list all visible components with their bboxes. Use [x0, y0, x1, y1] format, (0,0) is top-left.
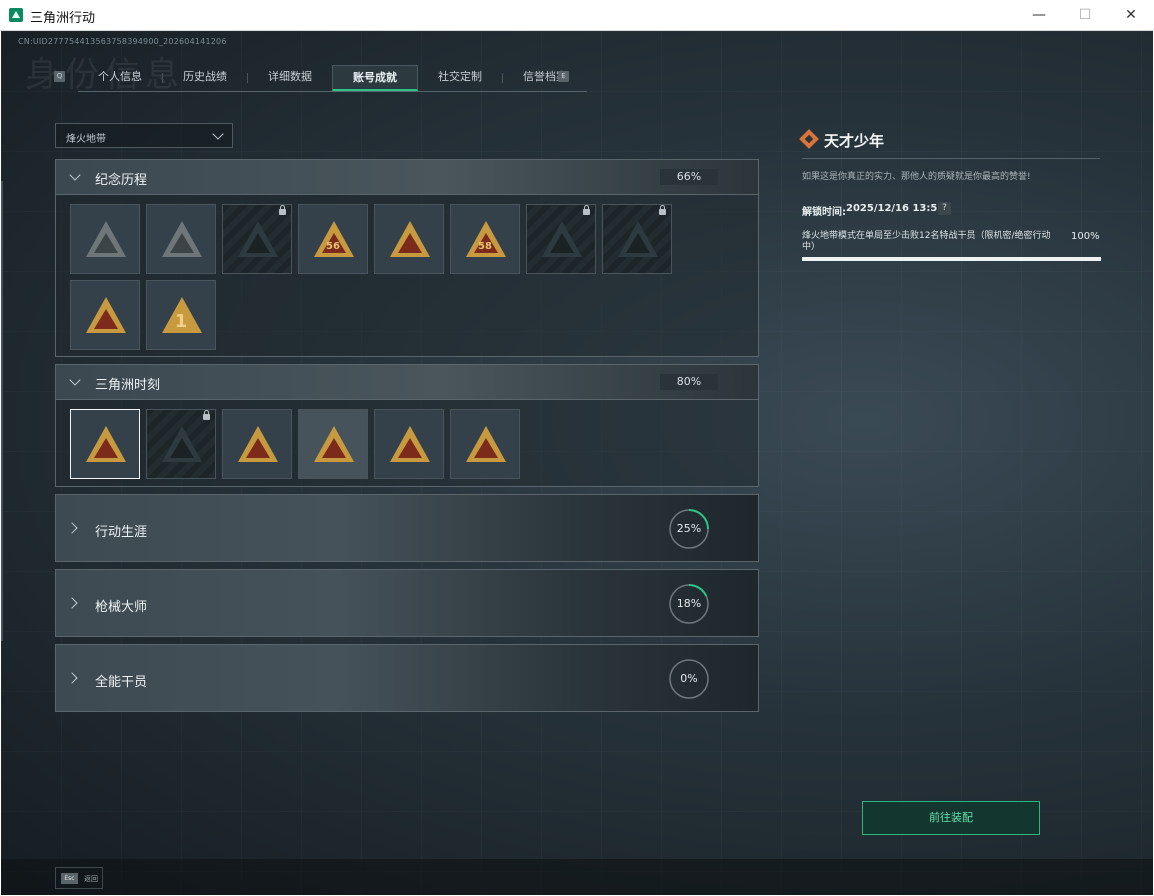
- tab-prev-key[interactable]: Q: [54, 71, 65, 82]
- tab-next-key[interactable]: E: [558, 71, 569, 82]
- close-button[interactable]: ✕: [1108, 0, 1154, 31]
- section-title: 纪念历程: [95, 173, 148, 188]
- condition-progress-fill: [802, 257, 1101, 261]
- tab-social[interactable]: 社交定制: [418, 65, 502, 91]
- section-title: 枪械大师: [95, 600, 148, 615]
- window-title: 三角洲行动: [30, 11, 96, 26]
- minimize-button[interactable]: —: [1016, 0, 1062, 31]
- chevron-right-icon: [66, 597, 78, 609]
- mode-dropdown-value: 烽火地带: [66, 134, 106, 145]
- badge-grid: 56 58 1: [56, 195, 758, 358]
- section-weapon-master[interactable]: 枪械大师 18%: [55, 569, 759, 637]
- back-label: 返回: [84, 875, 98, 883]
- esc-key-icon: Esc: [61, 873, 78, 884]
- section-percent: 0%: [680, 672, 698, 685]
- tab-personal-info[interactable]: 个人信息: [78, 65, 162, 91]
- player-uid: CN:UID277754413563758394900_202604141206: [18, 37, 227, 46]
- section-memorial: 纪念历程 66% 56 58 1: [55, 159, 759, 357]
- section-title: 行动生涯: [95, 525, 148, 540]
- lock-icon: [659, 205, 666, 215]
- section-title: 三角洲时刻: [95, 378, 161, 393]
- mode-dropdown[interactable]: 烽火地带: [55, 123, 233, 148]
- app-area: 身份信息 CN:UID277754413563758394900_2026041…: [1, 31, 1153, 895]
- app-logo-icon: [9, 8, 23, 22]
- badge-number: 1: [174, 311, 188, 332]
- achievement-badge[interactable]: [374, 409, 444, 479]
- unlock-time-label: 解锁时间:: [802, 207, 846, 218]
- badge-grid: [56, 400, 758, 487]
- achievement-badge[interactable]: [146, 204, 216, 274]
- section-header[interactable]: 纪念历程 66%: [56, 160, 758, 195]
- section-percent: 25%: [676, 522, 702, 535]
- badge-number: 56: [326, 241, 340, 252]
- achievement-badge-locked[interactable]: [602, 204, 672, 274]
- achievement-badge[interactable]: [298, 409, 368, 479]
- unlock-time-value: 2025/12/16 13:51: [846, 203, 945, 214]
- condition-progress-bar: [802, 257, 1101, 261]
- section-percent: 66%: [660, 169, 718, 185]
- bottom-bar: [1, 859, 1153, 895]
- achievement-badge[interactable]: 58: [450, 204, 520, 274]
- section-percent: 80%: [660, 374, 718, 390]
- section-delta-moments: 三角洲时刻 80%: [55, 364, 759, 487]
- chevron-right-icon: [66, 522, 78, 534]
- tab-achievements[interactable]: 账号成就: [332, 65, 418, 91]
- section-header[interactable]: 三角洲时刻 80%: [56, 365, 758, 400]
- divider: [802, 158, 1100, 159]
- tab-bar: 个人信息 历史战绩 详细数据 账号成就 社交定制 信誉档案: [78, 65, 587, 92]
- section-title: 全能干员: [95, 675, 148, 690]
- achievement-badge-locked[interactable]: [222, 204, 292, 274]
- tab-match-history[interactable]: 历史战绩: [163, 65, 247, 91]
- back-button[interactable]: Esc 返回: [55, 867, 103, 889]
- detail-title: 天才少年: [824, 132, 885, 150]
- detail-description: 如果这是你真正的实力、那他人的质疑就是你最高的赞誉!: [802, 172, 1031, 182]
- section-all-round-operator[interactable]: 全能干员 0%: [55, 644, 759, 712]
- achievement-badge-selected[interactable]: [70, 409, 140, 479]
- achievement-badge-locked[interactable]: [146, 409, 216, 479]
- chevron-right-icon: [66, 672, 78, 684]
- achievement-badge[interactable]: 1: [146, 280, 216, 350]
- tab-credit-record[interactable]: 信誉档案: [503, 65, 587, 91]
- achievement-badge[interactable]: [374, 204, 444, 274]
- chevron-down-icon: [69, 374, 81, 386]
- lock-icon: [583, 205, 590, 215]
- section-career[interactable]: 行动生涯 25%: [55, 494, 759, 562]
- achievement-badge[interactable]: [70, 280, 140, 350]
- achievement-diamond-icon: [799, 129, 819, 149]
- lock-icon: [203, 410, 210, 420]
- achievement-badge[interactable]: [70, 204, 140, 274]
- tab-detailed-data[interactable]: 详细数据: [248, 65, 332, 91]
- chevron-down-icon: [212, 128, 224, 140]
- section-percent: 18%: [676, 597, 702, 610]
- achievement-badge[interactable]: 56: [298, 204, 368, 274]
- go-equip-button[interactable]: 前往装配: [862, 801, 1040, 835]
- chevron-down-icon: [69, 169, 81, 181]
- achievement-badge[interactable]: [450, 409, 520, 479]
- achievement-badge[interactable]: [222, 409, 292, 479]
- unlock-condition: 烽火地带模式在单局至少击败12名特战干员（限机密/绝密行动中）: [802, 231, 1051, 252]
- maximize-button[interactable]: ☐: [1062, 0, 1108, 31]
- achievement-badge-locked[interactable]: [526, 204, 596, 274]
- badge-number: 58: [478, 241, 492, 252]
- edge-decoration: [1, 181, 3, 641]
- condition-percent: 100%: [1071, 231, 1100, 242]
- lock-icon: [279, 205, 286, 215]
- window-titlebar: 三角洲行动 — ☐ ✕: [0, 0, 1154, 31]
- help-icon[interactable]: ?: [938, 202, 951, 215]
